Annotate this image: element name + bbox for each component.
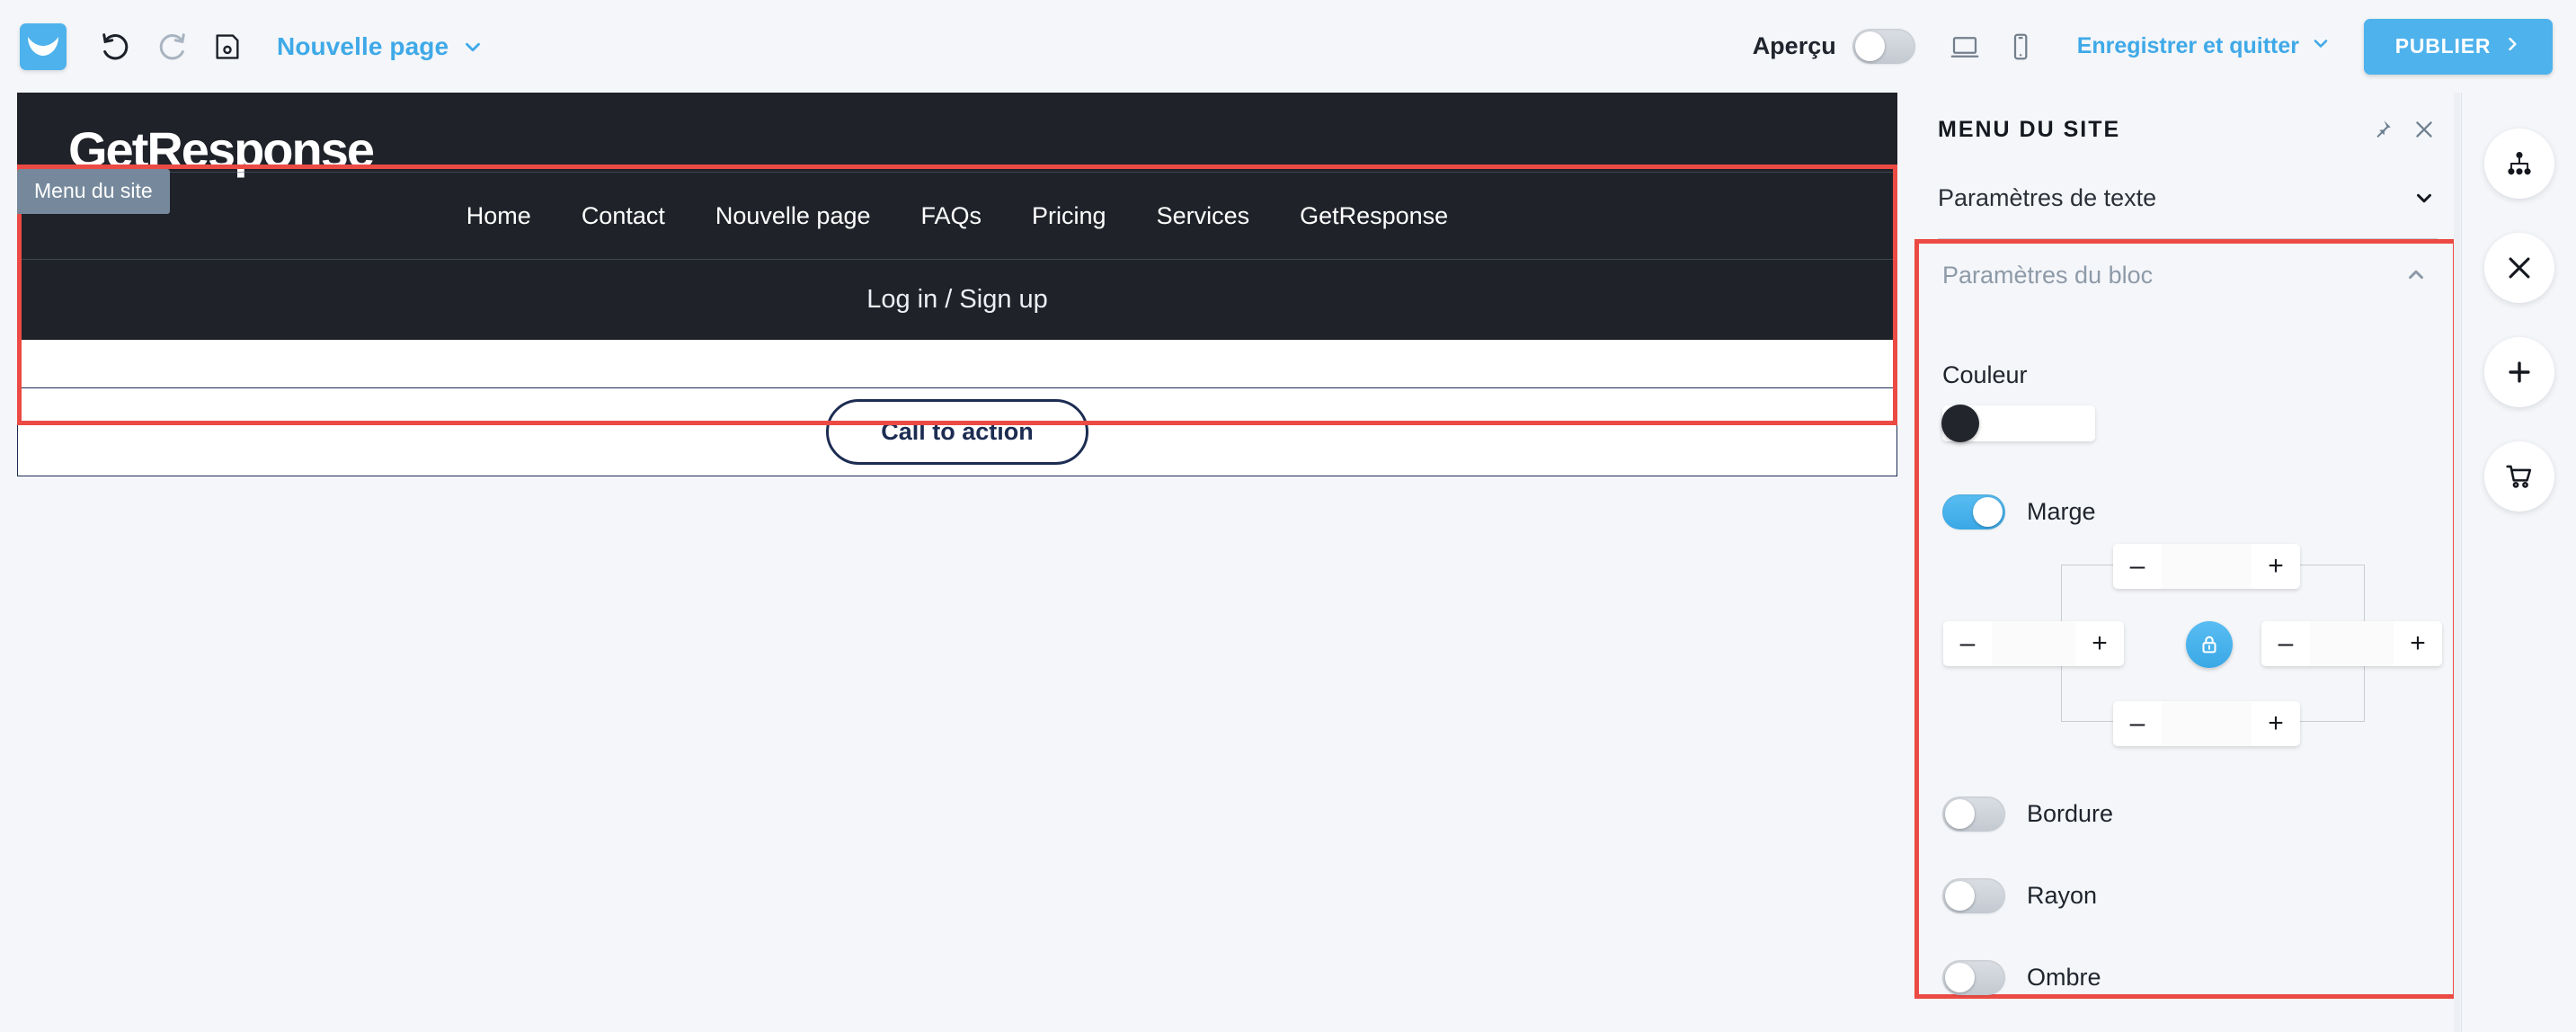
- margin-right-stepper[interactable]: – +: [2261, 621, 2442, 666]
- color-label: Couleur: [1942, 361, 2028, 388]
- toggle-knob: [1945, 963, 1975, 992]
- margin-left-input[interactable]: [1992, 621, 2075, 666]
- sitemap-icon[interactable]: [2484, 129, 2554, 199]
- margin-toggle-row: Marge: [1942, 494, 2429, 529]
- color-swatch-dot[interactable]: [1941, 405, 1979, 442]
- site-login-row[interactable]: Log in / Sign up: [17, 260, 1897, 340]
- shadow-toggle-row: Ombre: [1942, 960, 2429, 995]
- margin-top-increment[interactable]: +: [2252, 544, 2300, 589]
- margin-left-stepper[interactable]: – +: [1943, 621, 2124, 666]
- section-block-settings-label: Paramètres du bloc: [1942, 261, 2154, 289]
- desktop-monitor-icon[interactable]: [1939, 21, 1991, 73]
- margin-bottom-decrement[interactable]: –: [2113, 701, 2162, 746]
- publish-button[interactable]: PUBLIER: [2364, 18, 2553, 75]
- radius-toggle-row: Rayon: [1942, 878, 2429, 913]
- selection-badge: Menu du site: [17, 169, 170, 214]
- shopping-cart-icon[interactable]: [2484, 441, 2554, 512]
- margin-right-increment[interactable]: +: [2394, 621, 2442, 666]
- margin-left-decrement[interactable]: –: [1943, 621, 1992, 666]
- page-name-label[interactable]: Nouvelle page: [277, 32, 449, 61]
- block-settings-group: Paramètres du bloc Couleur Marge – + – +…: [1914, 239, 2457, 999]
- cta-section[interactable]: Call to action: [17, 387, 1897, 476]
- save-floppy-icon[interactable]: [200, 19, 255, 75]
- chevron-down-icon[interactable]: [461, 35, 484, 58]
- margin-top-stepper[interactable]: – +: [2113, 544, 2300, 589]
- nav-link-services[interactable]: Services: [1132, 202, 1275, 230]
- toolbar-left-group: Nouvelle page: [0, 19, 484, 75]
- margin-bottom-stepper[interactable]: – +: [2113, 701, 2300, 746]
- margin-bottom-input[interactable]: [2162, 701, 2252, 746]
- undo-icon[interactable]: [88, 19, 144, 75]
- shadow-toggle[interactable]: [1942, 960, 2005, 995]
- toggle-knob: [1854, 31, 1885, 61]
- header-divider-2: [17, 259, 1897, 260]
- border-label: Bordure: [2027, 800, 2114, 827]
- nav-link-nouvelle-page[interactable]: Nouvelle page: [690, 202, 896, 230]
- save-and-quit-button[interactable]: Enregistrer et quitter: [2077, 32, 2332, 60]
- chevron-up-icon[interactable]: [2404, 263, 2428, 287]
- margin-top-decrement[interactable]: –: [2113, 544, 2162, 589]
- site-spacer: [17, 340, 1897, 387]
- panel-header: MENU DU SITE: [1914, 93, 2461, 166]
- section-block-settings[interactable]: Paramètres du bloc: [1919, 244, 2453, 307]
- save-and-quit-label: Enregistrer et quitter: [2076, 33, 2299, 58]
- getresponse-logo-icon[interactable]: [20, 22, 67, 70]
- color-swatch[interactable]: [1941, 405, 2095, 442]
- preview-toggle[interactable]: [1852, 29, 1915, 64]
- right-icon-rail: [2463, 93, 2576, 1032]
- site-nav[interactable]: Home Contact Nouvelle page FAQs Pricing …: [17, 173, 1897, 259]
- nav-link-contact[interactable]: Contact: [556, 202, 690, 230]
- nav-link-pricing[interactable]: Pricing: [1007, 202, 1132, 230]
- border-toggle[interactable]: [1942, 796, 2005, 832]
- close-icon[interactable]: [2412, 118, 2436, 141]
- toggle-knob: [1945, 799, 1975, 829]
- margin-toggle[interactable]: [1942, 494, 2005, 529]
- panel-header-actions: [2371, 118, 2436, 141]
- margin-top-input[interactable]: [2162, 544, 2252, 589]
- panel-title: MENU DU SITE: [1938, 116, 2121, 142]
- toolbar-right-group: Aperçu Enregistrer et quitter PUBLIER: [1752, 18, 2576, 75]
- settings-panel: MENU DU SITE Paramètres de texte Paramèt…: [1914, 93, 2462, 1032]
- margin-right-input[interactable]: [2310, 621, 2394, 666]
- plus-icon[interactable]: [2484, 337, 2554, 407]
- radius-toggle[interactable]: [1942, 878, 2005, 913]
- block-settings-body: Couleur Marge – + – + – + – + Bordure Ra…: [1919, 361, 2453, 995]
- lock-icon[interactable]: [2186, 621, 2233, 668]
- site-header-block[interactable]: GetResponse Home Contact Nouvelle page F…: [17, 93, 1897, 340]
- shadow-label: Ombre: [2027, 964, 2101, 991]
- nav-link-faqs[interactable]: FAQs: [896, 202, 1008, 230]
- close-cross-icon[interactable]: [2484, 233, 2554, 303]
- section-text-settings[interactable]: Paramètres de texte: [1914, 166, 2461, 229]
- nav-link-home[interactable]: Home: [441, 202, 556, 230]
- chevron-right-icon: [2503, 34, 2521, 58]
- login-signup-link[interactable]: Log in / Sign up: [866, 285, 1048, 315]
- pin-icon[interactable]: [2371, 119, 2393, 140]
- radius-label: Rayon: [2027, 882, 2098, 909]
- margin-right-decrement[interactable]: –: [2261, 621, 2310, 666]
- header-divider: [17, 172, 1897, 173]
- site-brand-logo[interactable]: GetResponse: [68, 125, 375, 175]
- border-toggle-row: Bordure: [1942, 796, 2429, 832]
- editor-canvas[interactable]: GetResponse Home Contact Nouvelle page F…: [0, 93, 1914, 1032]
- toggle-knob: [1973, 497, 2003, 527]
- margin-bottom-increment[interactable]: +: [2252, 701, 2300, 746]
- chevron-down-icon[interactable]: [2412, 186, 2436, 209]
- section-text-settings-label: Paramètres de texte: [1938, 183, 2157, 211]
- chevron-down-icon: [2310, 32, 2332, 60]
- preview-label: Aperçu: [1752, 32, 1836, 59]
- redo-icon[interactable]: [144, 19, 200, 75]
- margin-label: Marge: [2027, 498, 2096, 525]
- margin-control-group: – + – + – + – +: [1942, 544, 2442, 746]
- site-preview: GetResponse Home Contact Nouvelle page F…: [17, 93, 1897, 476]
- top-toolbar: Nouvelle page Aperçu Enregistrer et quit…: [0, 0, 2576, 93]
- panel-scrollbar[interactable]: [2454, 93, 2460, 1032]
- margin-left-increment[interactable]: +: [2075, 621, 2124, 666]
- toggle-knob: [1945, 881, 1975, 911]
- nav-link-getresponse[interactable]: GetResponse: [1275, 202, 1473, 230]
- site-logo-row[interactable]: GetResponse: [17, 93, 1897, 175]
- mobile-phone-icon[interactable]: [1994, 21, 2047, 73]
- call-to-action-button[interactable]: Call to action: [826, 399, 1088, 465]
- publish-label: PUBLIER: [2394, 34, 2492, 58]
